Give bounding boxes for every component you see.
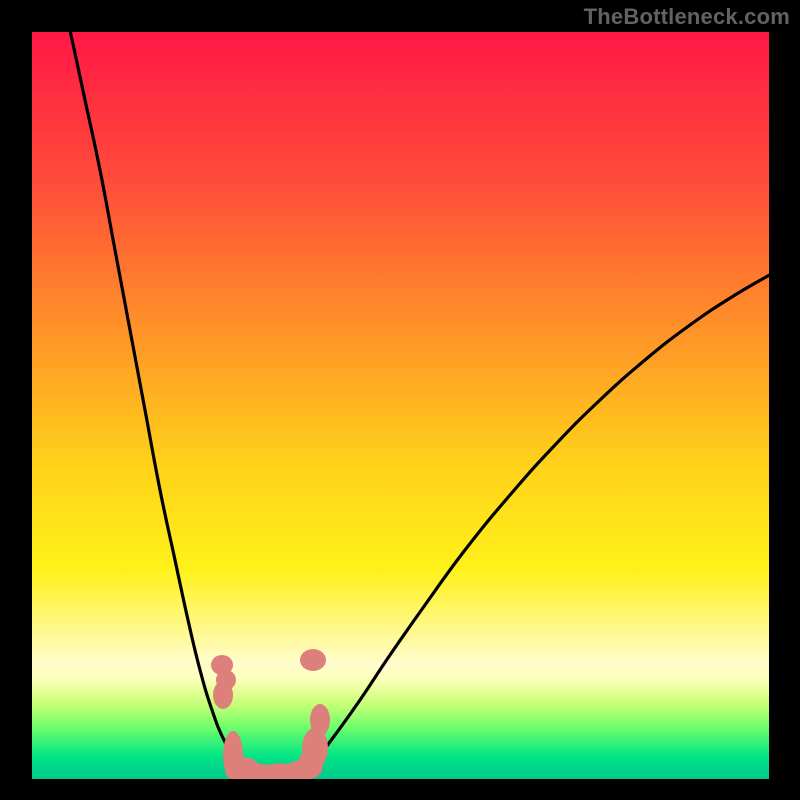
marker-dot	[213, 681, 233, 709]
watermark-text: TheBottleneck.com	[584, 4, 790, 30]
bottleneck-chart-svg	[0, 0, 800, 800]
marker-dot	[310, 704, 330, 736]
marker-dot	[300, 649, 326, 671]
chart-frame: TheBottleneck.com	[0, 0, 800, 800]
